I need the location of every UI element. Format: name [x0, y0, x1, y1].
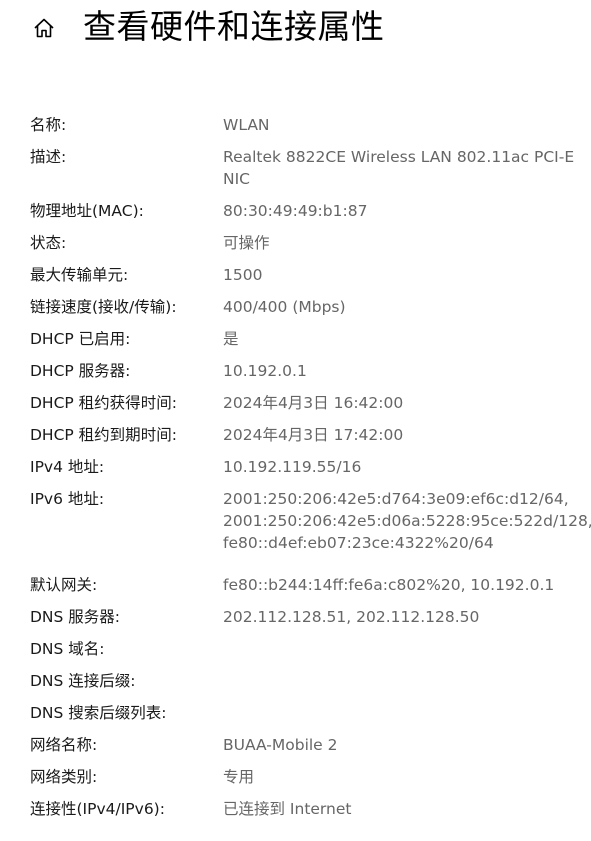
property-label: 链接速度(接收/传输):: [30, 298, 177, 316]
property-label: DHCP 租约获得时间:: [30, 394, 177, 412]
property-label: DHCP 租约到期时间:: [30, 426, 177, 444]
property-label: DNS 连接后缀:: [30, 672, 136, 690]
property-value-line[interactable]: WLAN: [223, 114, 568, 136]
property-value[interactable]: fe80::b244:14ff:fe6a:c802%20, 10.192.0.1: [223, 573, 568, 596]
property-row: 默认网关: fe80::b244:14ff:fe6a:c802%20, 10.19…: [30, 573, 580, 605]
property-value-line[interactable]: 专用: [223, 766, 568, 788]
property-value[interactable]: 400/400 (Mbps): [223, 295, 568, 318]
property-value[interactable]: [223, 637, 568, 638]
property-value-line[interactable]: 400/400 (Mbps): [223, 296, 568, 318]
property-value[interactable]: 专用: [223, 765, 568, 788]
home-icon: [34, 18, 54, 38]
property-value-line[interactable]: 2001:250:206:42e5:d764:3e09:ef6c:d12/64,: [223, 488, 569, 510]
property-value[interactable]: BUAA-Mobile 2: [223, 733, 568, 756]
property-label: 描述:: [30, 148, 67, 166]
properties-list: 名称: WLAN 描述: Realtek 8822CE Wireless LAN 80…: [30, 113, 591, 829]
property-label: 物理地址(MAC):: [30, 202, 144, 220]
property-label: 连接性(IPv4/IPv6):: [30, 800, 165, 818]
property-value[interactable]: 2024年4月3日 16:42:00: [223, 391, 568, 414]
property-label: DNS 服务器:: [30, 608, 121, 626]
property-row: 物理地址(MAC): 80:30:49:49:b1:87: [30, 199, 580, 231]
property-value-line[interactable]: fe80::d4ef:eb07:23ce:4322%20/64: [223, 532, 568, 554]
property-row: 网络类别: 专用: [30, 765, 580, 797]
property-row: 网络名称: BUAA-Mobile 2: [30, 733, 580, 765]
property-value[interactable]: 2024年4月3日 17:42:00: [223, 423, 568, 446]
property-value-line[interactable]: 2024年4月3日 16:42:00: [223, 392, 568, 414]
property-value[interactable]: 已连接到 Internet: [223, 797, 568, 820]
page-title: 查看硬件和连接属性: [83, 7, 385, 46]
property-row: DHCP 租约获得时间: 2024年4月3日 16:42:00: [30, 391, 580, 423]
property-label: IPv4 地址:: [30, 458, 105, 476]
property-label: DHCP 已启用:: [30, 330, 131, 348]
property-label: 网络名称:: [30, 736, 98, 754]
property-row: DHCP 租约到期时间: 2024年4月3日 17:42:00: [30, 423, 580, 455]
property-row: 描述: Realtek 8822CE Wireless LAN 802.11ac …: [30, 145, 580, 199]
property-row: 连接性(IPv4/IPv6): 已连接到 Internet: [30, 797, 580, 829]
property-label: 状态:: [30, 234, 67, 252]
property-value-line[interactable]: NIC: [223, 168, 568, 190]
header: 查看硬件和连接属性: [0, 0, 591, 56]
property-value[interactable]: 80:30:49:49:b1:87: [223, 199, 568, 222]
property-value-line[interactable]: fe80::b244:14ff:fe6a:c802%20, 10.192.0.1: [223, 574, 568, 596]
property-label: 最大传输单元:: [30, 266, 129, 284]
property-value-line[interactable]: 2001:250:206:42e5:d06a:5228:95ce:522d/12…: [223, 510, 591, 532]
property-value-line[interactable]: 2024年4月3日 17:42:00: [223, 424, 568, 446]
property-value[interactable]: 是: [223, 327, 568, 350]
property-value-line[interactable]: 可操作: [223, 232, 568, 254]
property-row: 链接速度(接收/传输): 400/400 (Mbps): [30, 295, 580, 327]
property-value[interactable]: Realtek 8822CE Wireless LAN 802.11ac PCI…: [223, 145, 574, 190]
property-value[interactable]: 1500: [223, 263, 568, 286]
property-value-line[interactable]: 10.192.119.55/16: [223, 456, 568, 478]
property-row: DNS 连接后缀:: [30, 669, 580, 701]
property-value[interactable]: 2001:250:206:42e5:d764:3e09:ef6c:d12/64,…: [223, 487, 591, 554]
property-value-line[interactable]: 1500: [223, 264, 568, 286]
property-label: DHCP 服务器:: [30, 362, 131, 380]
property-row: 状态: 可操作: [30, 231, 580, 263]
property-label: DNS 域名:: [30, 640, 105, 658]
property-row: DHCP 服务器: 10.192.0.1: [30, 359, 580, 391]
property-row: DNS 搜索后缀列表:: [30, 701, 580, 733]
property-row: IPv6 地址: 2001:250:206:42e5:d764:3e09:ef6c…: [30, 487, 591, 573]
property-value-line[interactable]: Realtek 8822CE Wireless LAN 802.11ac PCI…: [223, 146, 574, 168]
property-row: DNS 服务器: 202.112.128.51, 202.112.128.50: [30, 605, 580, 637]
property-value[interactable]: 10.192.119.55/16: [223, 455, 568, 478]
property-value-line[interactable]: 10.192.0.1: [223, 360, 568, 382]
property-value[interactable]: [223, 701, 568, 702]
property-value[interactable]: 可操作: [223, 231, 568, 254]
property-value[interactable]: 202.112.128.51, 202.112.128.50: [223, 605, 568, 628]
property-label: 网络类别:: [30, 768, 98, 786]
property-value[interactable]: 10.192.0.1: [223, 359, 568, 382]
property-value-line[interactable]: 202.112.128.51, 202.112.128.50: [223, 606, 568, 628]
property-row: IPv4 地址: 10.192.119.55/16: [30, 455, 580, 487]
property-row: DHCP 已启用: 是: [30, 327, 580, 359]
property-label: IPv6 地址:: [30, 490, 105, 508]
home-button[interactable]: [28, 12, 60, 44]
property-label: DNS 搜索后缀列表:: [30, 704, 167, 722]
property-value-line[interactable]: 是: [223, 328, 568, 350]
property-row: DNS 域名:: [30, 637, 580, 669]
property-value[interactable]: [223, 669, 568, 670]
property-row: 最大传输单元: 1500: [30, 263, 580, 295]
property-label: 名称:: [30, 116, 67, 134]
property-label: 默认网关:: [30, 576, 98, 594]
property-row: 名称: WLAN: [30, 113, 580, 145]
property-value[interactable]: WLAN: [223, 113, 568, 136]
property-value-line[interactable]: BUAA-Mobile 2: [223, 734, 568, 756]
property-value-line[interactable]: 80:30:49:49:b1:87: [223, 200, 568, 222]
property-value-line[interactable]: 已连接到 Internet: [223, 798, 568, 820]
